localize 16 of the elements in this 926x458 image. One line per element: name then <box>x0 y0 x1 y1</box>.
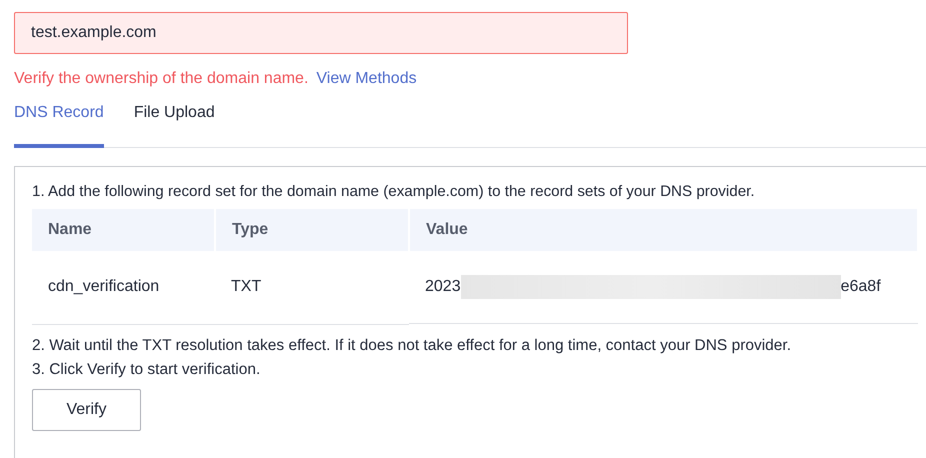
verify-button[interactable]: Verify <box>32 388 141 430</box>
domain-input-field[interactable]: test.example.com <box>14 12 628 54</box>
tab[interactable]: File Upload <box>134 100 215 148</box>
error-message: Verify the ownership of the domain name. <box>14 70 308 88</box>
instruction-text: 1. Add the following record set for the domain name (example.com) to the record sets of your DNS provider. <box>32 183 756 201</box>
view-methods-link[interactable]: View Methods <box>316 70 417 88</box>
instruction-text: 3. Click Verify to start verification. <box>32 360 262 378</box>
value-end-text: e6a8f <box>840 278 881 296</box>
instruction-text: 2. Wait until the TXT resolution takes effect. If it does not take effect for a long time, contact your DNS provider. <box>32 336 792 354</box>
column-header: Type <box>215 209 409 251</box>
table-cell: TXT <box>215 251 409 324</box>
tab[interactable]: DNS Record <box>14 100 104 148</box>
table-cell: cdn_verification <box>32 251 215 324</box>
value-start-text: 2023 <box>425 278 461 296</box>
column-header: Name <box>32 209 215 251</box>
column-header: Value <box>409 209 918 251</box>
